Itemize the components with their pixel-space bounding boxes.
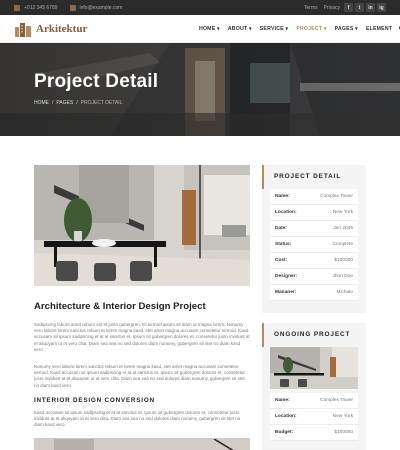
page-hero: Project Detail HOME / PAGES / PROJECT DE… [0, 43, 400, 136]
detail-row: Designer: Jhon Doe [270, 269, 358, 285]
nav-item-service[interactable]: SERVICE ▾ [256, 26, 293, 32]
nav-item-project[interactable]: PROJECT ▾ [292, 26, 330, 32]
article-title: Architecture & Interior Design Project [34, 301, 206, 312]
card-heading: ONGOING PROJECT [262, 323, 366, 347]
email-address[interactable]: info@example.com [80, 5, 123, 11]
nav-menu: HOME ▾ ABOUT ▾ SERVICE ▾ PROJECT ▾ PAGES… [195, 15, 400, 43]
chevron-down-icon: ▾ [355, 26, 358, 32]
linkedin-icon[interactable]: in [366, 3, 375, 12]
brand-logo[interactable]: Arkitektur [14, 21, 87, 37]
brand-name: Arkitektur [36, 23, 88, 35]
detail-row: Mananer: Michale [270, 285, 358, 301]
nav-item-pages[interactable]: PAGES ▾ [331, 26, 362, 32]
detail-row: Name: Complex Tower [270, 393, 358, 409]
breadcrumb: HOME / PAGES / PROJECT DETAIL [34, 100, 122, 106]
page-title: Project Detail [34, 71, 159, 92]
terms-link[interactable]: Terms [304, 5, 318, 11]
building-logo-icon [15, 23, 31, 37]
main-navbar: Arkitektur HOME ▾ ABOUT ▾ SERVICE ▾ PROJ… [0, 15, 400, 43]
chevron-down-icon: ▾ [248, 26, 252, 32]
contact-info: +012 345 6789 info@example.com [14, 0, 122, 15]
chevron-down-icon: ▾ [285, 26, 289, 32]
project-secondary-image [34, 438, 250, 450]
email-icon [69, 4, 76, 11]
detail-list: Name: Complex Tower Location: New York Dat… [270, 189, 358, 301]
card-heading: PROJECT DETAIL [262, 165, 366, 189]
breadcrumb-separator: / [52, 100, 54, 106]
chevron-down-icon: ▾ [217, 26, 220, 32]
twitter-icon[interactable]: t [355, 3, 364, 12]
phone-number[interactable]: +012 345 6789 [24, 5, 58, 11]
breadcrumb-pages[interactable]: PAGES [56, 100, 73, 106]
ongoing-list: Name: Complex Tower Location: New York Bud… [270, 393, 358, 441]
detail-row: Cost: $100000 [270, 253, 358, 269]
ongoing-project-card: ONGOING PROJECT Name: Complex Tower Locat… [262, 323, 366, 450]
detail-row: Date: Jan 2045 [270, 221, 358, 237]
article-paragraph: Kasd accusam sit ipsum sadipscing et at … [34, 410, 241, 428]
breadcrumb-current: PROJECT DETAIL [80, 100, 123, 106]
facebook-icon[interactable]: f [344, 3, 353, 12]
detail-row: Status: Complete [270, 237, 358, 253]
nav-item-home[interactable]: HOME ▾ [195, 26, 224, 32]
search-icon[interactable] [396, 25, 400, 34]
article-paragraph: Nonumy vero labore lorem sanctus rebum e… [34, 364, 245, 388]
detail-row: Location: New York [270, 409, 358, 425]
project-main-image [34, 165, 250, 286]
detail-row: Budget: $100000 [270, 425, 358, 441]
detail-row: Location: New York [270, 205, 358, 221]
social-links: f t in ig [344, 3, 386, 12]
top-links: Terms Privacy [304, 0, 340, 15]
top-bar: +012 345 6789 info@example.com Terms Pri… [0, 0, 400, 15]
privacy-link[interactable]: Privacy [324, 5, 340, 11]
nav-item-element[interactable]: ELEMENT [362, 26, 396, 32]
nav-item-about[interactable]: ABOUT ▾ [224, 26, 256, 32]
detail-row: Name: Complex Tower [270, 189, 358, 205]
breadcrumb-home[interactable]: HOME [34, 100, 49, 106]
ongoing-project-image[interactable] [270, 347, 358, 389]
project-detail-card: PROJECT DETAIL Name: Complex Tower Locati… [262, 165, 366, 313]
article-paragraph: Sadipscing labore amet rebum est et just… [34, 322, 250, 352]
phone-icon [14, 4, 20, 11]
instagram-icon[interactable]: ig [377, 3, 386, 12]
chevron-down-icon: ▾ [323, 26, 327, 32]
article-subheading: INTERIOR DESIGN CONVERSION [34, 397, 155, 404]
breadcrumb-separator: / [76, 100, 78, 106]
